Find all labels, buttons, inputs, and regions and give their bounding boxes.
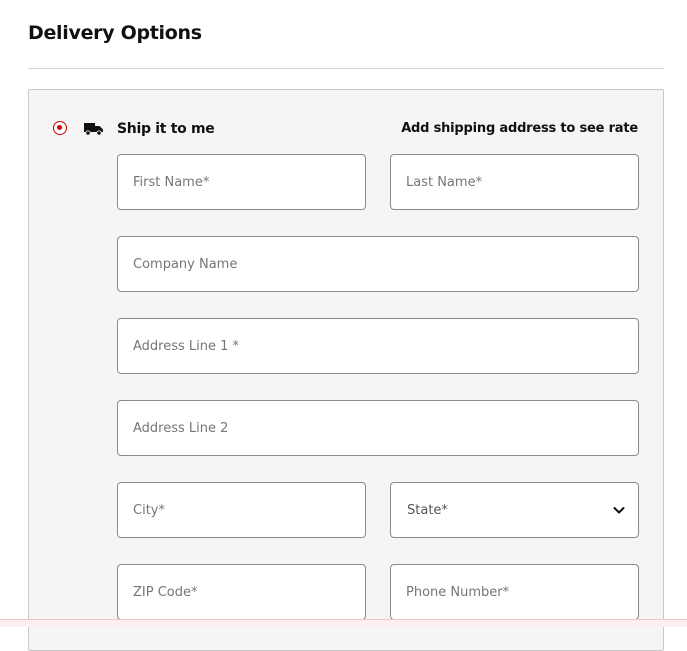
ship-it-label[interactable]: Ship it to me — [117, 121, 215, 137]
zip-code-input[interactable] — [117, 564, 366, 620]
truck-icon — [84, 123, 103, 136]
company-name-input[interactable] — [117, 236, 639, 292]
ship-it-radio[interactable] — [53, 121, 67, 135]
first-name-input[interactable] — [117, 154, 366, 210]
radio-selected-dot — [57, 125, 62, 130]
page-title: Delivery Options — [28, 22, 202, 44]
bottom-banner-strip — [0, 619, 687, 627]
city-input[interactable] — [117, 482, 366, 538]
state-select-value: State* — [407, 502, 448, 518]
address-line-2-input[interactable] — [117, 400, 639, 456]
title-divider — [28, 68, 664, 69]
address-line-1-input[interactable] — [117, 318, 639, 374]
chevron-down-icon — [613, 507, 625, 514]
last-name-input[interactable] — [390, 154, 639, 210]
shipping-rate-note: Add shipping address to see rate — [401, 121, 638, 136]
state-select[interactable]: State* — [390, 482, 639, 538]
phone-number-input[interactable] — [390, 564, 639, 620]
